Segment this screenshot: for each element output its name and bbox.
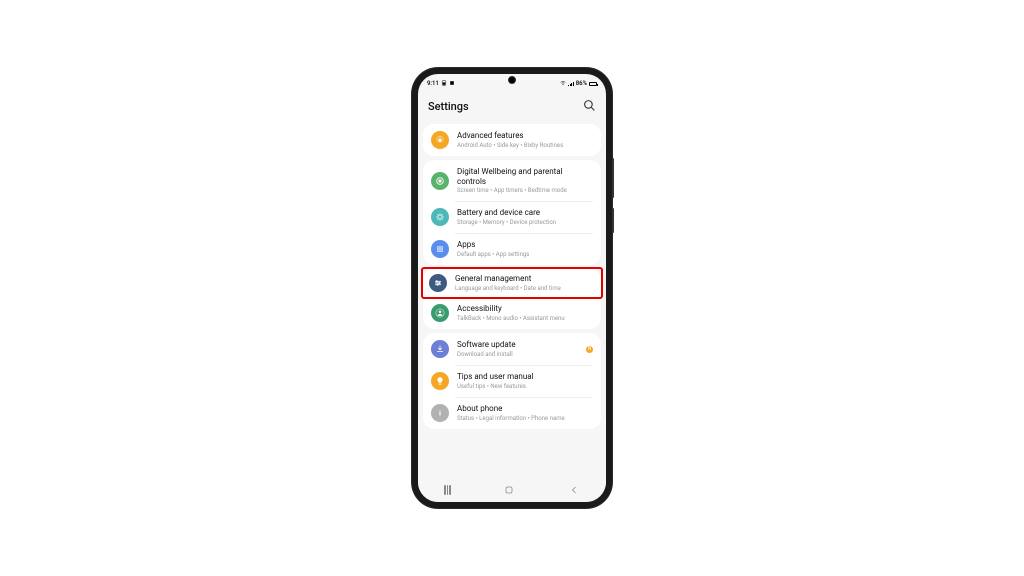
page-title: Settings	[428, 100, 469, 113]
settings-item-subtitle: TalkBack • Mono audio • Assistant menu	[457, 315, 591, 322]
settings-item-text: Advanced featuresAndroid Auto • Side key…	[457, 131, 593, 149]
notification-icon	[449, 80, 455, 88]
settings-item-text: Battery and device careStorage • Memory …	[457, 208, 593, 226]
settings-item-general-management[interactable]: General managementLanguage and keyboard …	[423, 269, 601, 297]
settings-item-subtitle: Download and install	[457, 351, 576, 358]
recents-button[interactable]	[444, 485, 451, 495]
navigation-bar	[418, 478, 606, 502]
settings-item-title: Tips and user manual	[457, 372, 591, 382]
settings-item-title: Software update	[457, 340, 576, 350]
settings-item-tips-user-manual[interactable]: Tips and user manualUseful tips • New fe…	[423, 365, 601, 397]
wifi-icon	[560, 80, 566, 88]
power-button	[612, 208, 614, 233]
signal-icon	[568, 81, 574, 86]
settings-item-battery-device-care[interactable]: Battery and device careStorage • Memory …	[423, 201, 601, 233]
settings-item-title: Digital Wellbeing and parental controls	[457, 167, 591, 186]
settings-card: Digital Wellbeing and parental controlsS…	[423, 160, 601, 265]
highlight-box: General managementLanguage and keyboard …	[421, 267, 603, 299]
sliders-icon	[429, 274, 447, 292]
settings-item-title: General management	[455, 274, 593, 284]
settings-item-subtitle: Default apps • App settings	[457, 251, 591, 258]
settings-card: General managementLanguage and keyboard …	[423, 269, 601, 329]
settings-item-subtitle: Android Auto • Side key • Bixby Routines	[457, 142, 591, 149]
settings-item-text: Tips and user manualUseful tips • New fe…	[457, 372, 593, 390]
settings-item-title: Advanced features	[457, 131, 591, 141]
settings-item-title: Battery and device care	[457, 208, 591, 218]
settings-item-advanced-features[interactable]: Advanced featuresAndroid Auto • Side key…	[423, 124, 601, 156]
settings-item-text: Software updateDownload and install	[457, 340, 578, 358]
settings-item-text: AccessibilityTalkBack • Mono audio • Ass…	[457, 304, 593, 322]
settings-item-software-update[interactable]: Software updateDownload and install N	[423, 333, 601, 365]
settings-item-about-phone[interactable]: About phoneStatus • Legal information • …	[423, 397, 601, 429]
screen: 9:11 86% Settings	[418, 74, 606, 502]
settings-item-text: General managementLanguage and keyboard …	[455, 274, 595, 292]
settings-item-title: Accessibility	[457, 304, 591, 314]
wellbeing-icon	[431, 172, 449, 190]
settings-item-title: About phone	[457, 404, 591, 414]
care-icon	[431, 208, 449, 226]
settings-item-text: AppsDefault apps • App settings	[457, 240, 593, 258]
battery-status-icon	[441, 80, 447, 88]
settings-card: Software updateDownload and install N Tips…	[423, 333, 601, 429]
settings-item-apps[interactable]: AppsDefault apps • App settings	[423, 233, 601, 265]
apps-icon	[431, 240, 449, 258]
battery-percent: 86%	[576, 80, 587, 87]
notification-badge: N	[586, 346, 593, 353]
camera-punch-hole	[508, 76, 516, 84]
settings-list: Advanced featuresAndroid Auto • Side key…	[418, 124, 606, 478]
settings-item-digital-wellbeing[interactable]: Digital Wellbeing and parental controlsS…	[423, 160, 601, 201]
gear-icon	[431, 131, 449, 149]
info-icon	[431, 404, 449, 422]
back-button[interactable]	[568, 481, 580, 500]
settings-item-text: About phoneStatus • Legal information • …	[457, 404, 593, 422]
battery-icon	[589, 82, 597, 86]
settings-item-subtitle: Status • Legal information • Phone name	[457, 415, 591, 422]
search-button[interactable]	[583, 97, 596, 116]
settings-item-accessibility[interactable]: AccessibilityTalkBack • Mono audio • Ass…	[423, 297, 601, 329]
phone-frame: 9:11 86% Settings	[412, 68, 612, 508]
lightbulb-icon	[431, 372, 449, 390]
settings-card: Advanced featuresAndroid Auto • Side key…	[423, 124, 601, 156]
volume-button	[612, 158, 614, 198]
settings-item-subtitle: Useful tips • New features	[457, 383, 591, 390]
settings-item-text: Digital Wellbeing and parental controlsS…	[457, 167, 593, 194]
settings-item-subtitle: Language and keyboard • Date and time	[455, 285, 593, 292]
download-icon	[431, 340, 449, 358]
person-ring-icon	[431, 304, 449, 322]
home-button[interactable]	[503, 481, 515, 500]
settings-item-title: Apps	[457, 240, 591, 250]
settings-item-subtitle: Screen time • App timers • Bedtime mode	[457, 187, 591, 194]
page-header: Settings	[418, 91, 606, 124]
status-time: 9:11	[427, 80, 439, 87]
settings-item-subtitle: Storage • Memory • Device protection	[457, 219, 591, 226]
